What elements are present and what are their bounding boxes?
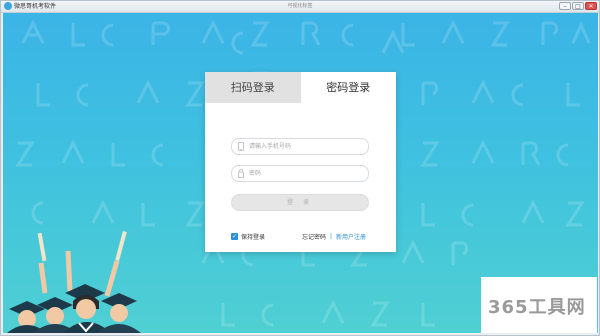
maximize-button[interactable]: □: [572, 2, 584, 10]
face: [110, 304, 128, 322]
window-controls: – □ ✕: [559, 2, 597, 10]
arm: [104, 260, 120, 297]
login-button[interactable]: 登 录: [231, 194, 369, 211]
phone-icon: [238, 142, 244, 151]
watermark: 365工具网: [481, 277, 597, 333]
tab-qr-login[interactable]: 扫码登录: [205, 72, 301, 103]
phone-field[interactable]: [231, 138, 369, 155]
login-panel: 扫码登录 密码登录 登 录 ✓ 保持登录: [205, 72, 396, 252]
account-links: 忘记密码 | 新用户注册: [302, 232, 366, 241]
arm: [65, 250, 73, 292]
password-field[interactable]: [231, 165, 369, 182]
checkbox-checked-icon[interactable]: ✓: [231, 233, 238, 240]
tab-password-login[interactable]: 密码登录: [300, 72, 396, 103]
title-bar: 微思哥机考软件 可视化标签 – □ ✕: [1, 1, 599, 13]
password-input[interactable]: [249, 166, 359, 181]
face: [76, 299, 96, 319]
arm: [38, 262, 48, 294]
window-caption: 可视化标签: [287, 3, 313, 9]
forgot-password-link[interactable]: 忘记密码: [302, 232, 326, 241]
diploma-left: [37, 232, 47, 262]
lock-icon: [238, 169, 244, 178]
close-button[interactable]: ✕: [585, 2, 597, 10]
graduates-illustration: [7, 230, 141, 333]
diploma-right: [115, 230, 127, 262]
remember-login[interactable]: ✓ 保持登录: [231, 232, 265, 241]
remember-label: 保持登录: [241, 234, 266, 241]
gown: [97, 324, 141, 333]
minimize-button[interactable]: –: [559, 2, 571, 10]
watermark-text: 365工具网: [488, 297, 586, 318]
login-tabs: 扫码登录 密码登录: [205, 72, 396, 103]
app-window: 微思哥机考软件 可视化标签 – □ ✕ 扫码登录 密码登录 请输入手机号码 登 …: [0, 0, 600, 336]
phone-input[interactable]: [249, 139, 359, 154]
register-link[interactable]: 新用户注册: [336, 232, 366, 241]
link-separator: |: [329, 233, 332, 240]
face: [46, 307, 64, 325]
